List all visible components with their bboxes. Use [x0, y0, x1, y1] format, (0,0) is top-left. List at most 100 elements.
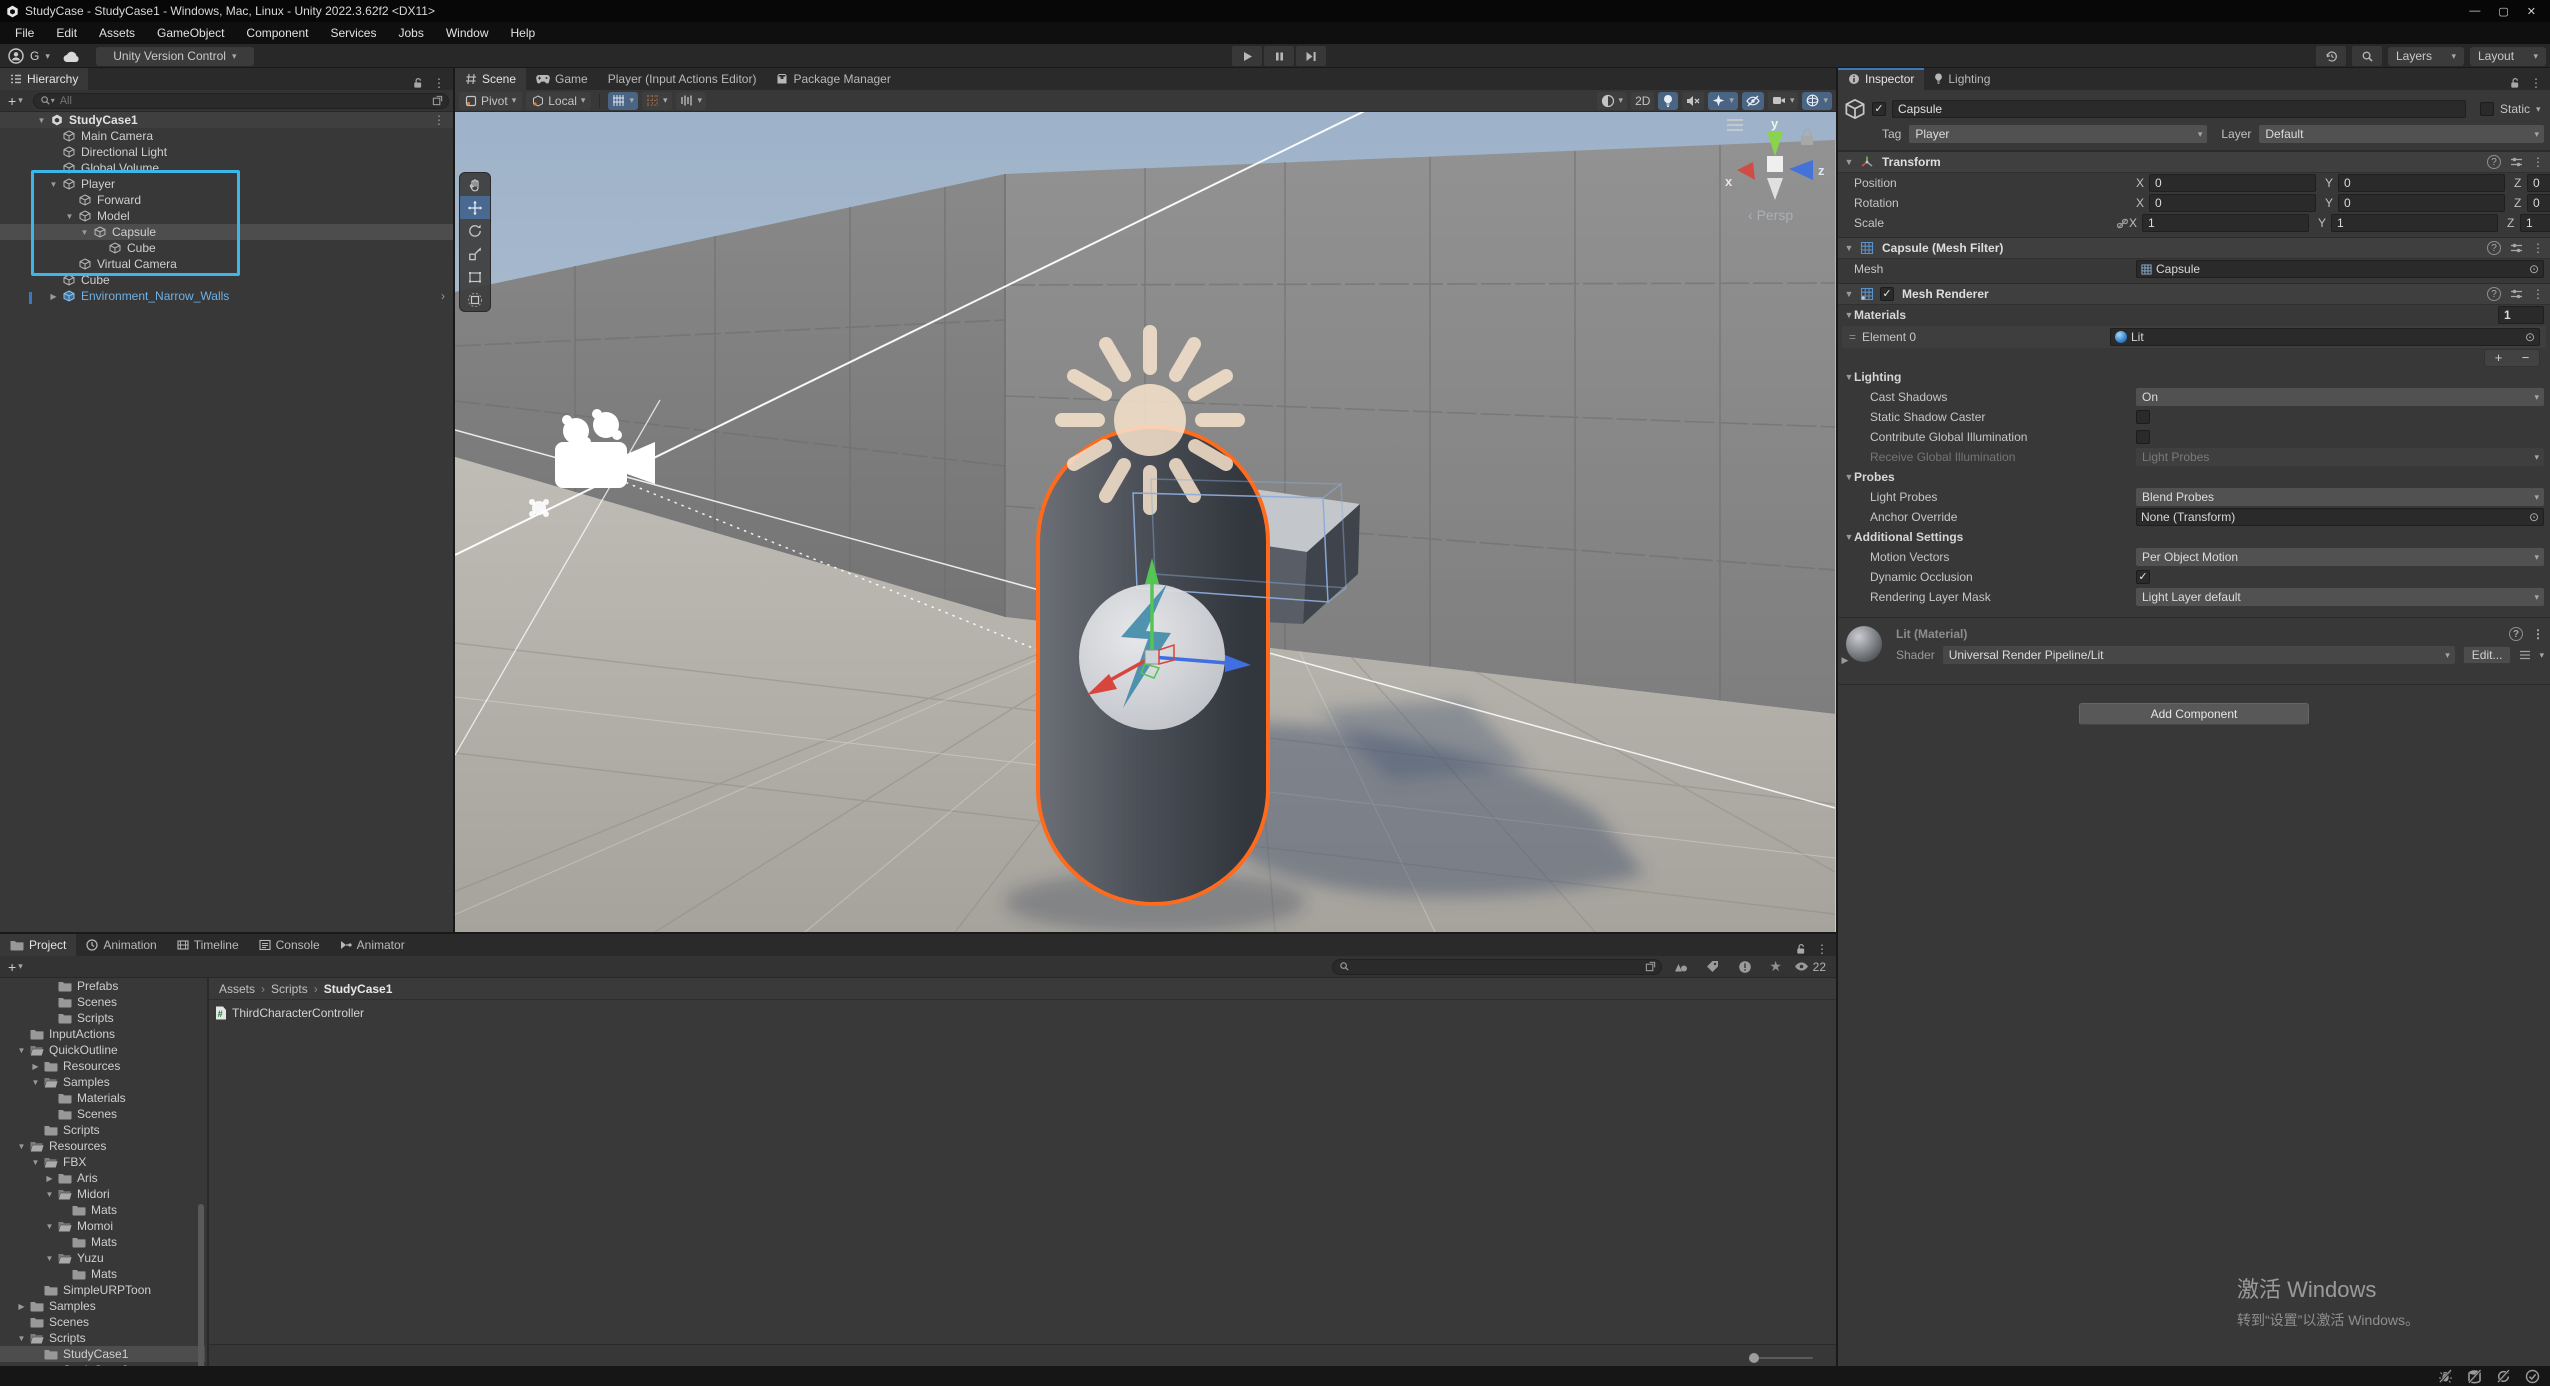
menu-jobs[interactable]: Jobs	[387, 22, 434, 44]
hierarchy-add-button[interactable]: +▾	[4, 93, 27, 109]
open-prefab-chevron[interactable]: ›	[441, 289, 453, 303]
asset-thirdcharactercontroller[interactable]: #ThirdCharacterController	[215, 1004, 1836, 1022]
alerts-icon[interactable]	[1732, 960, 1758, 974]
hierarchy-item-capsule[interactable]: ▼Capsule	[0, 224, 453, 240]
account-label[interactable]: G	[30, 49, 39, 63]
rotation-y-field[interactable]	[2338, 194, 2505, 212]
remove-element-button[interactable]: −	[2512, 350, 2539, 366]
scale-x-field[interactable]	[2142, 214, 2309, 232]
probes-foldout[interactable]: ▼Probes	[1838, 467, 2550, 487]
material-element-row[interactable]: = Element 0 Lit ⊙	[1842, 326, 2546, 348]
project-folder-materials[interactable]: Materials	[0, 1090, 205, 1106]
project-folder-mats[interactable]: Mats	[0, 1266, 205, 1282]
hierarchy-item-studycase1[interactable]: ▼StudyCase1⋮	[0, 112, 453, 128]
tab-console[interactable]: Console	[249, 934, 330, 956]
breadcrumb-studycase1[interactable]: StudyCase1	[324, 982, 393, 996]
breadcrumb-scripts[interactable]: Scripts	[271, 982, 308, 996]
scene-camera-dropdown[interactable]: ▾	[1768, 92, 1799, 110]
add-element-button[interactable]: +	[2485, 350, 2512, 366]
ok-status-icon[interactable]	[2525, 1369, 2540, 1384]
renderer-enabled-checkbox[interactable]: ✓	[1880, 287, 1894, 301]
foldout-arrow-icon[interactable]: ▼	[42, 1254, 57, 1263]
object-picker-icon[interactable]: ⊙	[2525, 330, 2535, 344]
foldout-arrow-icon[interactable]: ▼	[42, 1222, 57, 1231]
layers-dropdown[interactable]: Layers▾	[2388, 47, 2464, 66]
maximize-button[interactable]: ▢	[2498, 5, 2508, 18]
increment-snap-button[interactable]: ▾	[642, 92, 672, 110]
gameobject-cube-icon[interactable]	[1844, 98, 1866, 120]
scene-audio-toggle[interactable]	[1682, 92, 1704, 110]
tab-scene[interactable]: Scene	[455, 68, 526, 90]
project-folder-scripts[interactable]: ▼Scripts	[0, 1330, 205, 1346]
layout-dropdown[interactable]: Layout▾	[2470, 47, 2546, 66]
foldout-arrow-icon[interactable]: ▼	[46, 180, 61, 189]
position-y-field[interactable]	[2338, 174, 2505, 192]
project-folder-studycase1[interactable]: StudyCase1	[0, 1346, 205, 1362]
hierarchy-item-main-camera[interactable]: Main Camera	[0, 128, 453, 144]
menu-component[interactable]: Component	[235, 22, 319, 44]
play-button[interactable]	[1232, 46, 1262, 66]
project-folder-scenes[interactable]: Scenes	[0, 1314, 205, 1330]
additional-settings-foldout[interactable]: ▼Additional Settings	[1838, 527, 2550, 547]
hierarchy-item-cube[interactable]: Cube	[0, 240, 453, 256]
foldout-arrow-icon[interactable]: ▶	[14, 1302, 29, 1311]
kebab-menu-icon[interactable]: ⋮	[433, 76, 445, 90]
kebab-menu-icon[interactable]: ⋮	[2532, 287, 2544, 301]
scale-z-field[interactable]	[2520, 214, 2550, 232]
breadcrumb-assets[interactable]: Assets	[219, 982, 255, 996]
project-folder-scenes[interactable]: Scenes	[0, 994, 205, 1010]
hierarchy-item-player[interactable]: ▼Player	[0, 176, 453, 192]
hierarchy-item-cube[interactable]: Cube	[0, 272, 453, 288]
mesh-object-field[interactable]: Capsule ⊙	[2136, 260, 2544, 278]
shader-menu-icon[interactable]	[2519, 650, 2531, 660]
project-folder-midori[interactable]: ▼Midori	[0, 1186, 205, 1202]
hierarchy-item-global-volume[interactable]: Global Volume	[0, 160, 453, 176]
object-picker-icon[interactable]: ⊙	[2529, 510, 2539, 524]
foldout-arrow-icon[interactable]: ▶	[42, 1174, 57, 1183]
project-add-button[interactable]: +▾	[4, 959, 27, 975]
motion-vectors-dropdown[interactable]: Per Object Motion▾	[2136, 548, 2544, 566]
project-folder-samples[interactable]: ▶Samples	[0, 1298, 205, 1314]
materials-foldout[interactable]: ▼Materials 1	[1838, 305, 2550, 325]
tab-game[interactable]: Game	[526, 68, 598, 90]
gizmos-dropdown[interactable]: ▾	[1802, 92, 1832, 110]
foldout-arrow-icon[interactable]: ▼	[34, 116, 49, 125]
project-folder-quickoutline[interactable]: ▼QuickOutline	[0, 1042, 205, 1058]
hidden-count[interactable]: 22	[1794, 960, 1832, 974]
link-scale-icon[interactable]	[2116, 217, 2129, 230]
lighting-foldout[interactable]: ▼Lighting	[1838, 367, 2550, 387]
foldout-arrow-icon[interactable]: ▼	[14, 1334, 29, 1343]
transform-tool[interactable]	[460, 288, 490, 311]
tab-animator[interactable]: Animator	[330, 934, 415, 956]
rotation-z-field[interactable]	[2527, 194, 2550, 212]
foldout-arrow-icon[interactable]: ▼	[14, 1142, 29, 1151]
static-shadow-checkbox[interactable]	[2136, 410, 2150, 424]
scrollbar[interactable]	[198, 1204, 204, 1366]
rendering-layer-mask-dropdown[interactable]: Light Layer default▾	[2136, 588, 2544, 606]
tab-project[interactable]: Project	[0, 934, 76, 956]
add-component-button[interactable]: Add Component	[2079, 703, 2309, 725]
grid-snap-button[interactable]: ▾	[608, 92, 638, 110]
project-folder-scripts[interactable]: Scripts	[0, 1010, 205, 1026]
foldout-arrow-icon[interactable]: ▼	[42, 1190, 57, 1199]
scene-visibility-toggle[interactable]	[1742, 92, 1764, 110]
foldout-arrow-icon[interactable]: ▼	[62, 212, 77, 221]
tab-animation[interactable]: Animation	[76, 934, 166, 956]
2d-toggle[interactable]: 2D	[1631, 92, 1654, 110]
menu-gameobject[interactable]: GameObject	[146, 22, 235, 44]
filter-by-type-icon[interactable]	[1668, 960, 1694, 973]
step-button[interactable]	[1296, 46, 1326, 66]
kebab-menu-icon[interactable]: ⋮	[2532, 627, 2544, 641]
presets-icon[interactable]	[2510, 242, 2523, 254]
foldout-arrow-icon[interactable]: ▶	[28, 1062, 43, 1071]
project-folder-samples[interactable]: ▼Samples	[0, 1074, 205, 1090]
anchor-override-field[interactable]: None (Transform)⊙	[2136, 508, 2544, 526]
materials-count-field[interactable]: 1	[2498, 306, 2544, 324]
project-folder-mats[interactable]: Mats	[0, 1202, 205, 1218]
tab-package-manager[interactable]: Package Manager	[766, 68, 900, 90]
project-folder-yuzu[interactable]: ▼Yuzu	[0, 1250, 205, 1266]
project-folder-aris[interactable]: ▶Aris	[0, 1170, 205, 1186]
cast-shadows-dropdown[interactable]: On▾	[2136, 388, 2544, 406]
kebab-menu-icon[interactable]: ⋮	[2530, 76, 2542, 90]
contribute-gi-checkbox[interactable]	[2136, 430, 2150, 444]
